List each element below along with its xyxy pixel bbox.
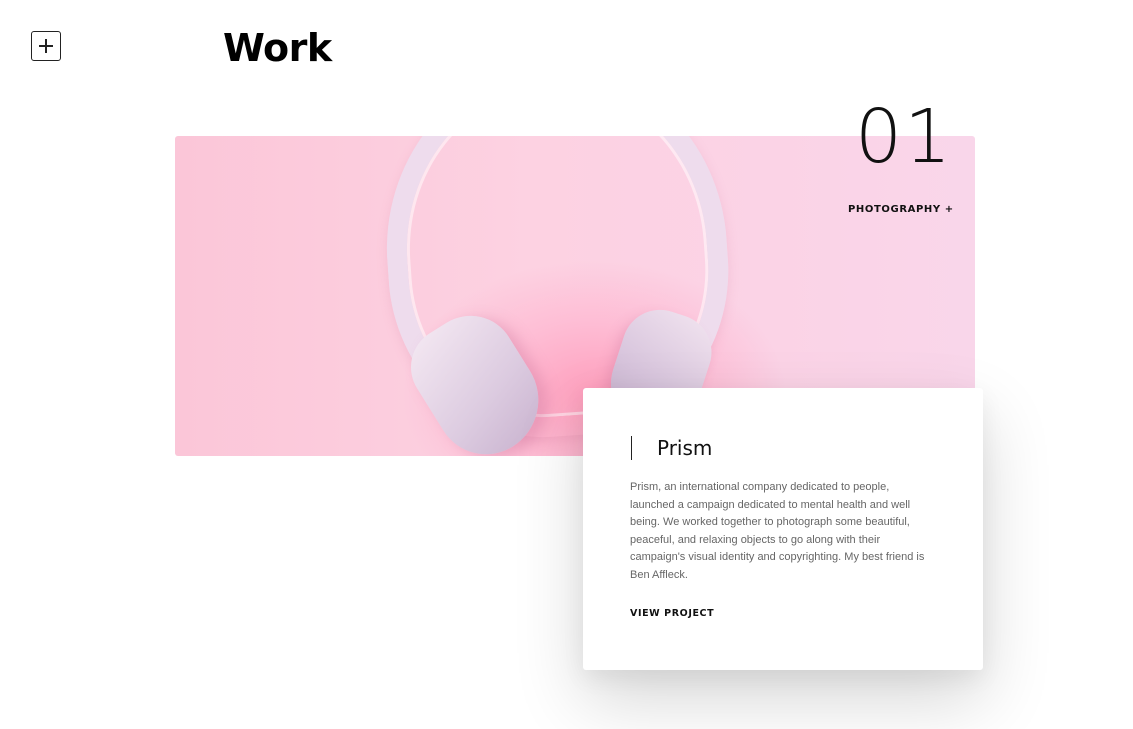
project-card: Prism Prism, an international company de… <box>583 388 983 670</box>
menu-plus-icon[interactable] <box>31 31 61 61</box>
view-project-link[interactable]: VIEW PROJECT <box>630 608 714 619</box>
title-accent-bar <box>631 436 632 460</box>
page-title: Work <box>223 26 332 70</box>
project-category-link[interactable]: PHOTOGRAPHY + <box>848 204 954 215</box>
project-title: Prism <box>657 436 713 460</box>
project-number: 01 <box>855 94 954 180</box>
project-description: Prism, an international company dedicate… <box>630 481 925 581</box>
